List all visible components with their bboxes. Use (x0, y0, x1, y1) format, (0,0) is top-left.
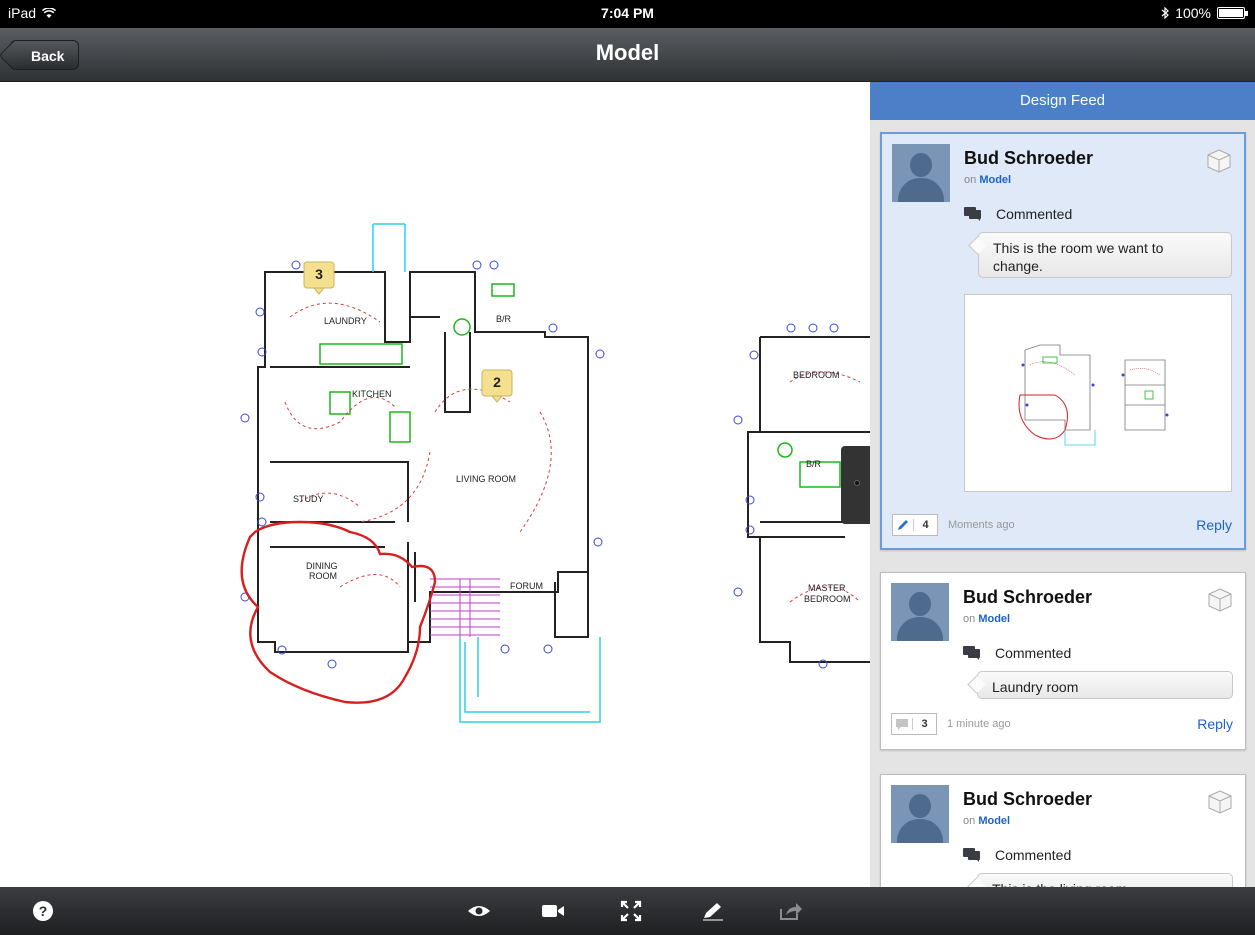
help-button[interactable]: ? (30, 899, 56, 923)
author-name: Bud Schroeder (964, 148, 1094, 168)
action-label: Commented (995, 847, 1072, 863)
fullscreen-icon (620, 900, 642, 922)
share-icon (780, 903, 802, 920)
action-line: Commented (963, 645, 1071, 661)
fullscreen-button[interactable] (618, 899, 644, 923)
action-label: Commented (995, 645, 1072, 661)
status-bar: iPad 7:04 PM 100% (0, 0, 1255, 28)
author-name: Bud Schroeder (963, 789, 1093, 809)
comment-count[interactable]: 3 (891, 713, 937, 735)
canvas-side-handle[interactable] (841, 446, 873, 524)
camera-button[interactable] (540, 899, 566, 923)
reply-button[interactable]: Reply (1196, 517, 1232, 533)
model-canvas[interactable]: LAUNDRY KITCHEN B/R LIVING ROOM STUDY DI… (0, 82, 870, 887)
stairs (430, 578, 500, 637)
eye-icon (468, 906, 490, 916)
svg-text:FORUM: FORUM (510, 581, 543, 591)
svg-text:LAUNDRY: LAUNDRY (324, 316, 367, 326)
feed-card[interactable]: Bud Schroeder on Model Commented Laundry… (880, 572, 1246, 750)
action-line: Commented (964, 206, 1072, 222)
svg-text:B/R: B/R (496, 314, 512, 324)
markup-icon (703, 903, 723, 921)
design-feed-panel[interactable]: Design Feed Bud Schroeder on Model Comme… (870, 82, 1255, 887)
svg-text:DINING: DINING (306, 561, 338, 571)
card-footer: 3 1 minute ago Reply (891, 713, 1233, 735)
svg-text:?: ? (39, 903, 48, 919)
svg-text:B/R: B/R (806, 459, 822, 469)
speech-bubble-icon (892, 714, 912, 734)
comment-icon (964, 207, 981, 221)
model-cube-icon (1207, 149, 1231, 173)
model-thumbnail[interactable] (964, 294, 1232, 492)
svg-text:MASTER: MASTER (808, 583, 846, 593)
author-name: Bud Schroeder (963, 587, 1093, 607)
bottom-toolbar: ? (0, 887, 1255, 935)
avatar (891, 583, 949, 641)
markup-count-value: 4 (913, 519, 937, 531)
svg-text:BEDROOM: BEDROOM (804, 594, 851, 604)
page-title: Model (595, 40, 660, 65)
comment-icon (963, 848, 980, 862)
svg-text:BEDROOM: BEDROOM (793, 370, 840, 380)
comment-bubble: This is the room we want to change. (978, 232, 1232, 278)
handle-grip-icon (854, 480, 860, 486)
clock: 7:04 PM (601, 5, 654, 21)
target-line: on Model (963, 613, 1011, 625)
target-line: on Model (964, 174, 1012, 186)
share-button[interactable] (778, 899, 804, 923)
target-link[interactable]: Model (978, 613, 1010, 625)
battery-icon (1217, 7, 1248, 19)
svg-text:STUDY: STUDY (293, 494, 324, 504)
view-button[interactable] (466, 899, 492, 923)
svg-text:KITCHEN: KITCHEN (352, 389, 392, 399)
action-label: Commented (996, 206, 1073, 222)
help-icon: ? (33, 901, 53, 921)
comment-marker-2-label: 2 (493, 374, 501, 390)
avatar (892, 144, 950, 202)
bluetooth-icon (1161, 7, 1170, 19)
target-link[interactable]: Model (979, 174, 1011, 186)
target-link[interactable]: Model (978, 815, 1010, 827)
feed-card[interactable]: Bud Schroeder on Model Commented This is… (880, 132, 1246, 550)
room-labels: LAUNDRY KITCHEN B/R LIVING ROOM STUDY DI… (293, 314, 851, 604)
fixtures (319, 283, 841, 488)
comment-count-value: 3 (912, 718, 936, 730)
navigation-bar: Back Model (0, 28, 1255, 82)
svg-text:ROOM: ROOM (309, 571, 337, 581)
wiring (284, 302, 861, 603)
svg-text:LIVING ROOM: LIVING ROOM (456, 474, 516, 484)
floor-plan-drawing[interactable]: LAUNDRY KITCHEN B/R LIVING ROOM STUDY DI… (0, 82, 870, 887)
floor-plan-thumbnail (1018, 344, 1169, 446)
timestamp: Moments ago (948, 519, 1015, 531)
camera-icon (542, 905, 564, 917)
comment-bubble: This is the living room (977, 873, 1233, 887)
feed-card[interactable]: Bud Schroeder on Model Commented This is… (880, 774, 1246, 887)
markup-button[interactable] (700, 899, 726, 923)
reply-button[interactable]: Reply (1197, 716, 1233, 732)
avatar (891, 785, 949, 843)
comment-icon (963, 646, 980, 660)
pencil-icon (893, 515, 913, 535)
markup-circle (240, 520, 437, 704)
floor-plan-main (257, 271, 589, 653)
model-cube-icon (1208, 588, 1232, 612)
app-root: { "statusbar": { "device": "iPad", "time… (0, 0, 1255, 935)
timestamp: 1 minute ago (947, 718, 1011, 730)
card-footer: 4 Moments ago Reply (892, 514, 1232, 536)
model-cube-icon (1208, 790, 1232, 814)
comment-bubble: Laundry room (977, 671, 1233, 699)
battery-percent: 100% (1175, 5, 1211, 21)
target-line: on Model (963, 815, 1011, 827)
feed-header: Design Feed (870, 82, 1255, 120)
action-line: Commented (963, 847, 1071, 863)
markup-count[interactable]: 4 (892, 514, 938, 536)
comment-marker-3-label: 3 (315, 266, 323, 282)
